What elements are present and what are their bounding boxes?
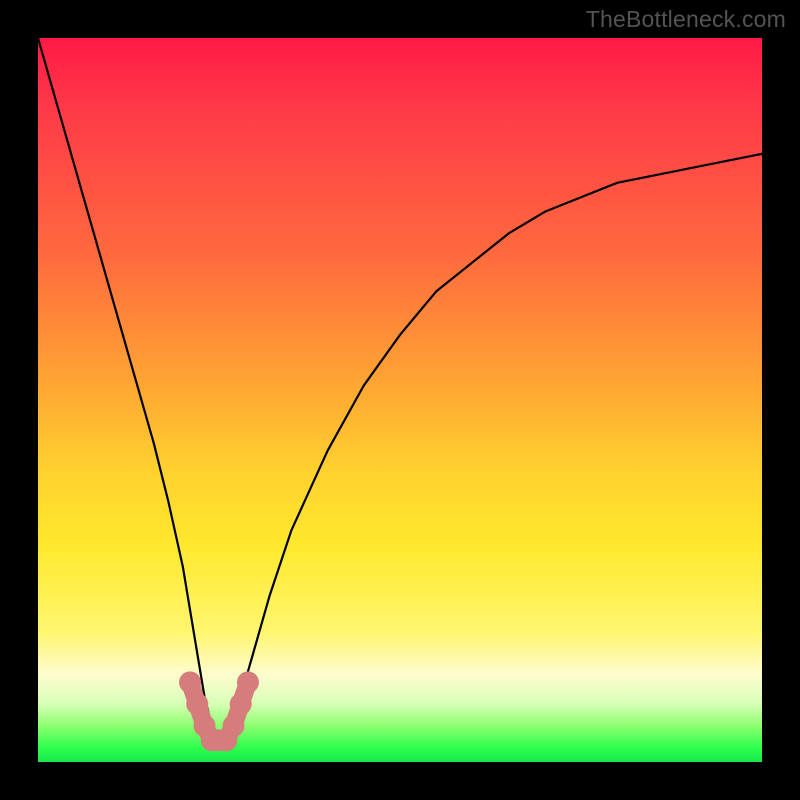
valley-dot <box>230 693 252 715</box>
valley-dot <box>222 715 244 737</box>
plot-area <box>38 38 762 762</box>
valley-dots <box>179 671 259 751</box>
watermark-text: TheBottleneck.com <box>586 6 786 33</box>
valley-dot <box>179 671 201 693</box>
chart-container: TheBottleneck.com <box>0 0 800 800</box>
bottleneck-curve <box>38 38 762 740</box>
plot-svg <box>38 38 762 762</box>
valley-dot <box>186 693 208 715</box>
valley-dot <box>237 671 259 693</box>
